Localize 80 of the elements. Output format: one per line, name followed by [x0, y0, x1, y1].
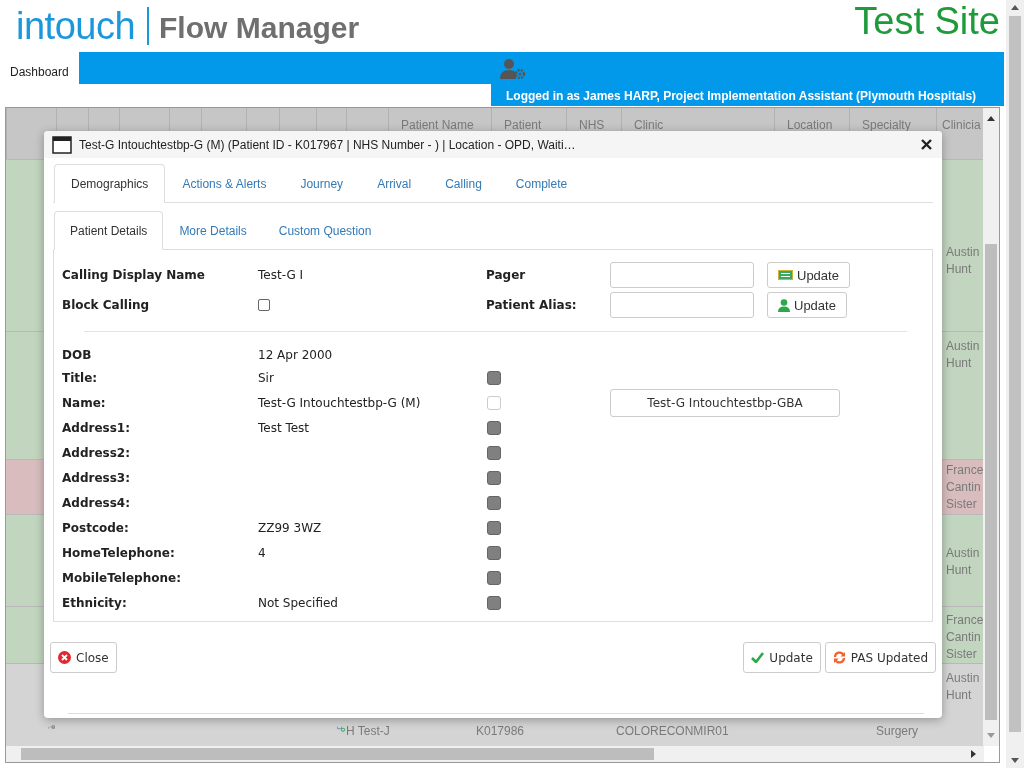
pager-input[interactable]: [610, 262, 754, 288]
field-checkbox[interactable]: [487, 595, 501, 610]
logged-in-status: Logged in as James HARP, Project Implementation Assistant (Plymouth Hospitals): [491, 84, 1004, 106]
person-icon: [778, 298, 790, 312]
field-value: 12 Apr 2000: [258, 348, 333, 362]
page-scrollbar-thumb[interactable]: [1009, 16, 1021, 732]
field-label: Address4:: [62, 495, 130, 510]
table-cell-text: Austin Hunt: [945, 545, 980, 579]
field-checkbox[interactable]: [487, 545, 501, 560]
logo-wordmark: intouch: [16, 4, 136, 48]
update-button[interactable]: Update: [743, 642, 821, 673]
field-value: Test-G Intouchtestbp-G (M): [258, 395, 421, 410]
scroll-right-arrow-icon[interactable]: [971, 750, 976, 758]
field-label: Address2:: [62, 445, 130, 460]
close-circle-icon: [58, 651, 71, 664]
field-value: ZZ99 3WZ: [258, 520, 322, 535]
field-label: Block Calling: [62, 298, 151, 312]
tab[interactable]: Complete: [498, 164, 585, 203]
close-icon[interactable]: [921, 139, 932, 150]
field-value: Test Test: [258, 420, 310, 435]
field-label: Address1:: [62, 420, 130, 435]
field-label: DOB: [62, 348, 92, 362]
scroll-down-arrow-icon[interactable]: [1011, 758, 1019, 763]
nav-tab[interactable]: Dashboard: [0, 52, 79, 84]
dialog-title: Test-G Intouchtestbp-G (M) (Patient ID - K017967 | NHS Number - ) | Location - OPD, Waiti…: [79, 137, 576, 152]
field-checkbox[interactable]: [487, 370, 501, 385]
field-checkbox[interactable]: [487, 445, 501, 460]
table-scrollbar-thumb[interactable]: [985, 244, 997, 720]
field-label: Postcode:: [62, 520, 129, 535]
window-icon: [52, 135, 72, 154]
tab[interactable]: Patient Details: [54, 211, 164, 250]
field-label: Title:: [62, 370, 98, 385]
field-label: Ethnicity:: [62, 595, 127, 610]
field-value: Sir: [258, 370, 274, 385]
field-checkbox[interactable]: [487, 420, 501, 435]
check-icon: [751, 652, 765, 663]
field-checkbox[interactable]: [487, 470, 501, 485]
horizontal-scrollbar-thumb[interactable]: [21, 748, 654, 760]
site-name: Test Site: [854, 0, 1000, 43]
table-cell-text: Austin Hunt: [945, 244, 980, 278]
block-calling-checkbox[interactable]: [258, 299, 270, 311]
tab[interactable]: More Details: [163, 211, 263, 250]
field-checkbox[interactable]: [487, 495, 501, 510]
refresh-icon: [832, 651, 846, 664]
table-cell-text: H Test-J: [346, 723, 391, 740]
tab[interactable]: Demographics: [54, 164, 166, 203]
field-label: Calling Display Name: [62, 268, 206, 282]
alias-input[interactable]: [610, 292, 754, 318]
field-checkbox[interactable]: [487, 520, 501, 535]
tab[interactable]: Actions & Alerts: [165, 164, 284, 203]
update-button[interactable]: Update: [767, 292, 847, 318]
table-cell-text: Austin Hunt: [945, 670, 980, 704]
field-label: Address3:: [62, 470, 130, 485]
field-label: Patient Alias:: [486, 298, 578, 312]
table-cell-text: France Cantin Sister: [945, 462, 983, 513]
scroll-up-arrow-icon[interactable]: [1011, 5, 1019, 10]
field-checkbox[interactable]: [487, 570, 501, 585]
field-label: Pager: [486, 268, 527, 282]
field-label: Name:: [62, 395, 106, 410]
name-action-button[interactable]: Test-G Intouchtestbp-GBA: [610, 388, 840, 417]
table-cell-text: France Cantin Sister: [945, 612, 983, 663]
field-value: Not Specified: [258, 595, 338, 610]
tab[interactable]: Arrival: [360, 164, 429, 203]
field-label: HomeTelephone:: [62, 545, 175, 560]
table-cell-text: Austin Hunt: [945, 338, 980, 372]
update-button[interactable]: Update: [767, 262, 850, 288]
table-cell-text: K017986: [476, 723, 526, 740]
field-value: Test-G I: [258, 268, 305, 282]
table-cell-text: Surgery: [875, 723, 920, 740]
tab[interactable]: Custom Question: [262, 211, 388, 250]
tab[interactable]: Journey: [283, 164, 361, 203]
tab[interactable]: Calling: [428, 164, 499, 203]
close-button[interactable]: Close: [50, 642, 117, 673]
scroll-up-arrow-icon[interactable]: [987, 116, 995, 121]
field-value: 4: [258, 545, 266, 560]
app-title: Flow Manager: [159, 11, 360, 45]
field-label: MobileTelephone:: [62, 570, 181, 585]
pas-updated-button[interactable]: PAS Updated: [824, 642, 936, 673]
table-cell-text: COLORECONMIR01: [615, 723, 730, 740]
card-icon: [778, 270, 793, 280]
